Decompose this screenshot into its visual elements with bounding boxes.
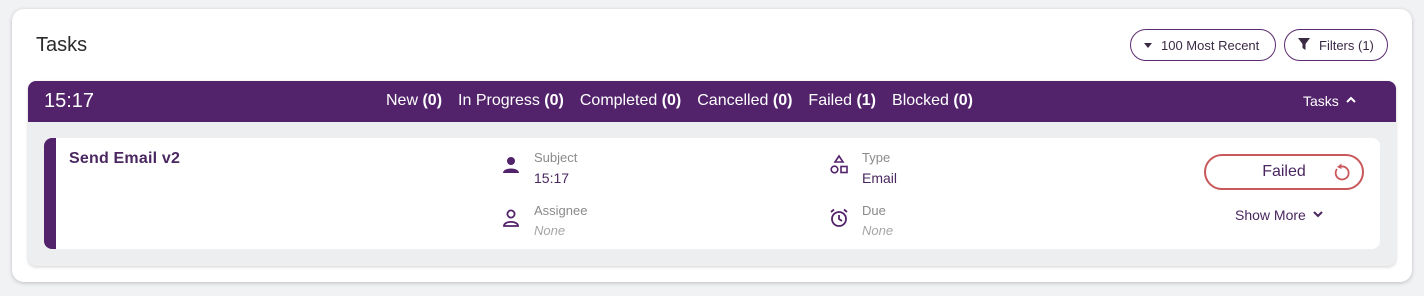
status-count-completed[interactable]: Completed (0) xyxy=(580,92,681,110)
task-name[interactable]: Send Email v2 xyxy=(69,150,180,168)
task-accent-bar xyxy=(44,138,56,249)
person-outline-icon xyxy=(500,207,522,229)
task-card: Send Email v2 Subject 15:17 Assignee Non… xyxy=(44,138,1380,249)
filters-label: Filters (1) xyxy=(1319,37,1374,53)
status-count-in-progress[interactable]: In Progress (0) xyxy=(458,92,564,110)
due-label: Due xyxy=(862,203,886,218)
tasks-collapse-toggle[interactable]: Tasks xyxy=(1303,93,1357,109)
caret-down-icon xyxy=(1143,38,1153,53)
task-status-button[interactable]: Failed xyxy=(1204,154,1364,190)
card-title: Tasks xyxy=(36,34,88,56)
task-status-label: Failed xyxy=(1262,163,1306,180)
type-label: Type xyxy=(862,150,891,165)
type-value: Email xyxy=(862,170,898,186)
tasks-toggle-label: Tasks xyxy=(1303,93,1339,109)
subject-label: Subject xyxy=(534,150,578,165)
alarm-icon xyxy=(828,207,850,229)
person-icon xyxy=(500,154,522,176)
filter-icon xyxy=(1297,37,1311,54)
show-more-button[interactable]: Show More xyxy=(1235,207,1324,223)
status-count-new[interactable]: New (0) xyxy=(386,92,442,110)
assignee-label: Assignee xyxy=(534,203,588,218)
shapes-icon xyxy=(828,154,850,176)
most-recent-label: 100 Most Recent xyxy=(1161,37,1260,53)
task-group-time: 15:17 xyxy=(44,90,95,112)
status-count-blocked[interactable]: Blocked (0) xyxy=(892,92,973,110)
status-count-failed[interactable]: Failed (1) xyxy=(808,92,876,110)
chevron-up-icon xyxy=(1345,93,1357,109)
subject-value: 15:17 xyxy=(534,170,570,186)
task-group-header: 15:17 New (0) In Progress (0) Completed … xyxy=(28,81,1396,122)
type-field: Type Email xyxy=(828,150,897,188)
filters-button[interactable]: Filters (1) xyxy=(1284,29,1388,61)
most-recent-dropdown[interactable]: 100 Most Recent xyxy=(1130,29,1276,61)
subject-field: Subject 15:17 xyxy=(500,150,577,188)
show-more-label: Show More xyxy=(1235,207,1306,223)
task-group-panel: 15:17 New (0) In Progress (0) Completed … xyxy=(28,81,1396,266)
chevron-down-icon xyxy=(1312,207,1324,223)
status-counts: New (0) In Progress (0) Completed (0) Ca… xyxy=(386,92,973,110)
due-value: None xyxy=(862,223,894,238)
retry-icon[interactable] xyxy=(1332,162,1352,187)
status-count-cancelled[interactable]: Cancelled (0) xyxy=(697,92,792,110)
due-field: Due None xyxy=(828,203,893,241)
assignee-field: Assignee None xyxy=(500,203,587,241)
assignee-value: None xyxy=(534,223,566,238)
tasks-card: Tasks 100 Most Recent Filters (1) 15:17 … xyxy=(12,9,1412,282)
